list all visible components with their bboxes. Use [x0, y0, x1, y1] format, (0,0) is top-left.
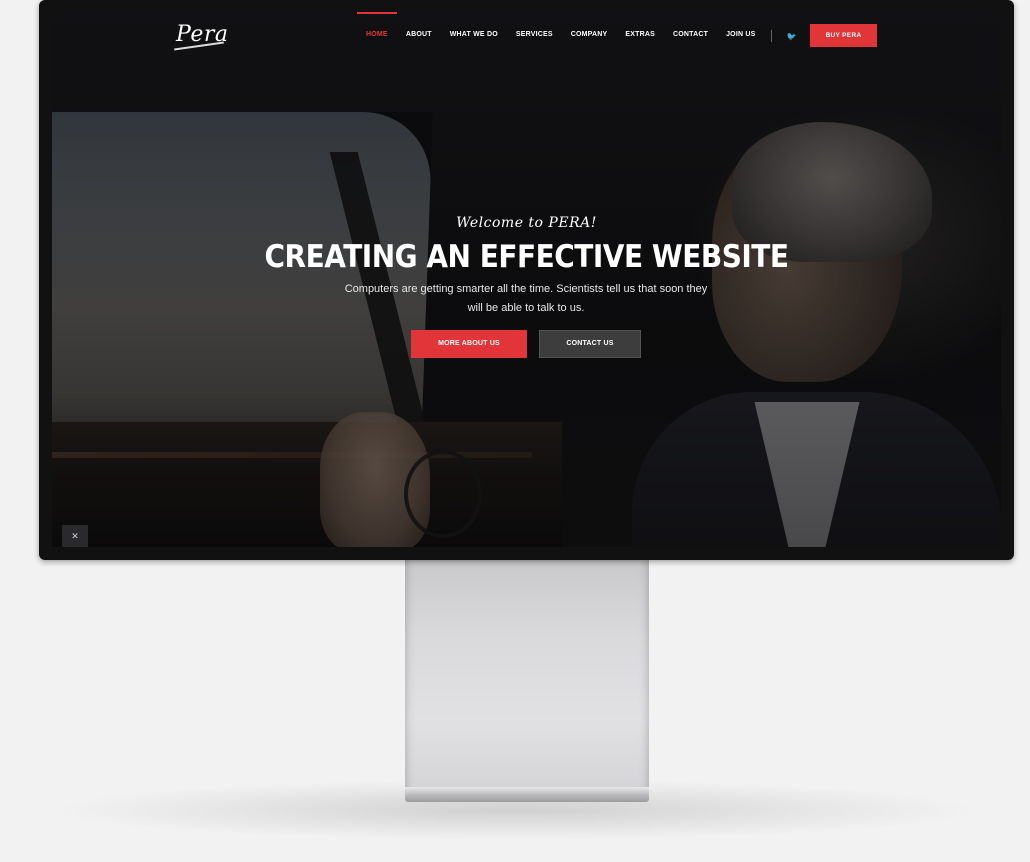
close-icon[interactable]: ✕: [62, 525, 88, 547]
monitor: Pera HOME ABOUT WHAT WE DO SERVICES COMP…: [39, 0, 1014, 560]
mockup-stage: Pera HOME ABOUT WHAT WE DO SERVICES COMP…: [0, 0, 1030, 862]
monitor-stand: [405, 560, 649, 788]
website-screen: Pera HOME ABOUT WHAT WE DO SERVICES COMP…: [52, 12, 1001, 547]
more-about-us-button[interactable]: MORE ABOUT US: [411, 330, 527, 358]
hero-title: CREATING AN EFFECTIVE WEBSITE: [264, 238, 789, 275]
hero-welcome-script: Welcome to PERA!: [456, 215, 597, 231]
hero-section: Welcome to PERA! CREATING AN EFFECTIVE W…: [52, 12, 1001, 547]
hero-description: Computers are getting smarter all the ti…: [344, 283, 708, 314]
contact-us-button[interactable]: CONTACT US: [539, 330, 641, 358]
monitor-stand-base: [405, 787, 649, 802]
